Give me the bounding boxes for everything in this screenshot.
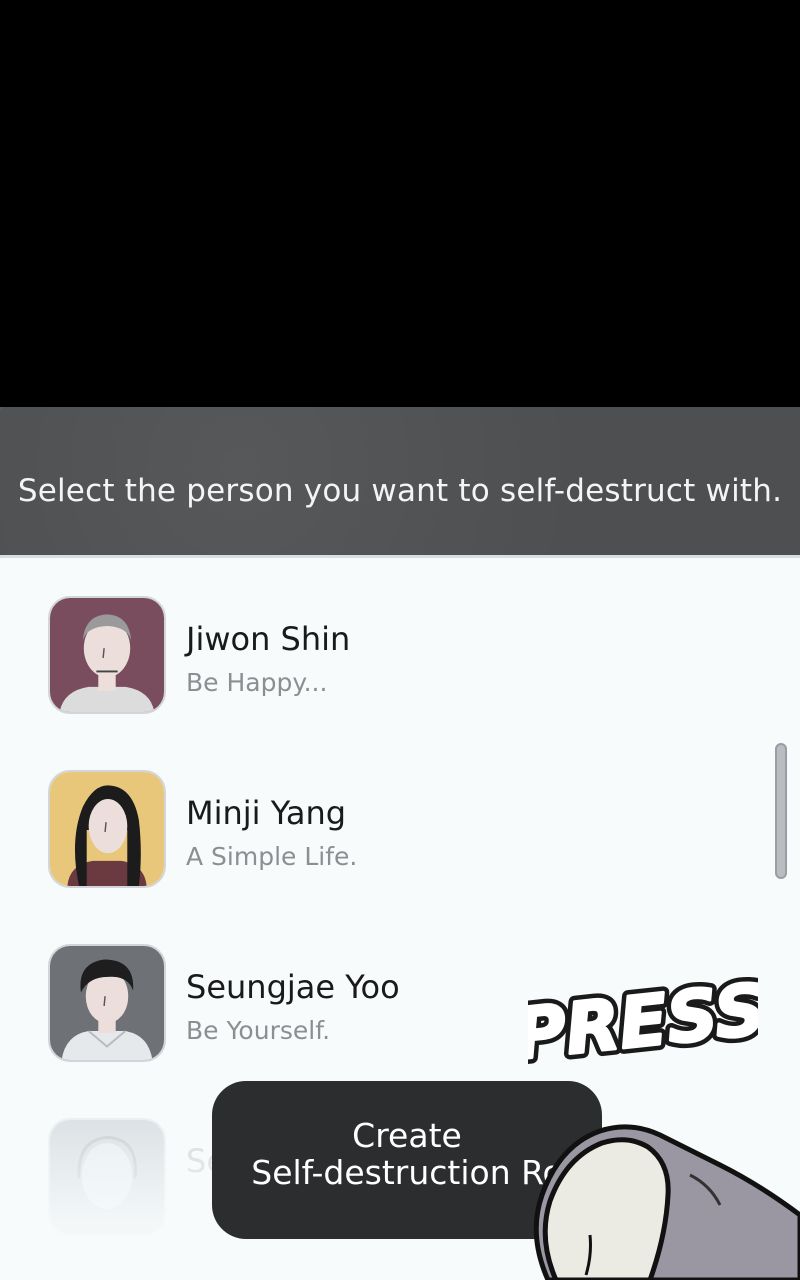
finger-illustration: [533, 1124, 800, 1280]
contact-item-jiwon-shin[interactable]: Jiwon Shin Be Happy...: [48, 596, 668, 716]
avatar: [48, 596, 166, 714]
avatar: [48, 944, 166, 1062]
avatar-minji-icon: [50, 772, 164, 886]
contact-name: Jiwon Shin: [186, 620, 351, 658]
contact-item-minji-yang[interactable]: Minji Yang A Simple Life.: [48, 770, 668, 890]
contact-name: Minji Yang: [186, 794, 347, 832]
press-sfx-text: PRESS: [528, 968, 758, 1068]
contact-name: Seungjae Yoo: [186, 968, 400, 1006]
avatar: [48, 770, 166, 888]
header-prompt: Select the person you want to self-destr…: [17, 473, 783, 509]
contact-status: Be Happy...: [186, 668, 328, 697]
avatar-seungjae-icon: [50, 946, 164, 1060]
press-sfx: PRESS PRESS: [528, 968, 758, 1068]
avatar: [48, 1118, 166, 1236]
avatar-jiwon-icon: [50, 598, 164, 712]
header-banner: Select the person you want to self-destr…: [0, 407, 800, 555]
contact-status: A Simple Life.: [186, 842, 358, 871]
scrollbar-thumb[interactable]: [775, 743, 787, 879]
avatar-partial-icon: [50, 1120, 164, 1234]
contact-status: Be Yourself.: [186, 1016, 331, 1045]
black-panel: [0, 0, 800, 407]
